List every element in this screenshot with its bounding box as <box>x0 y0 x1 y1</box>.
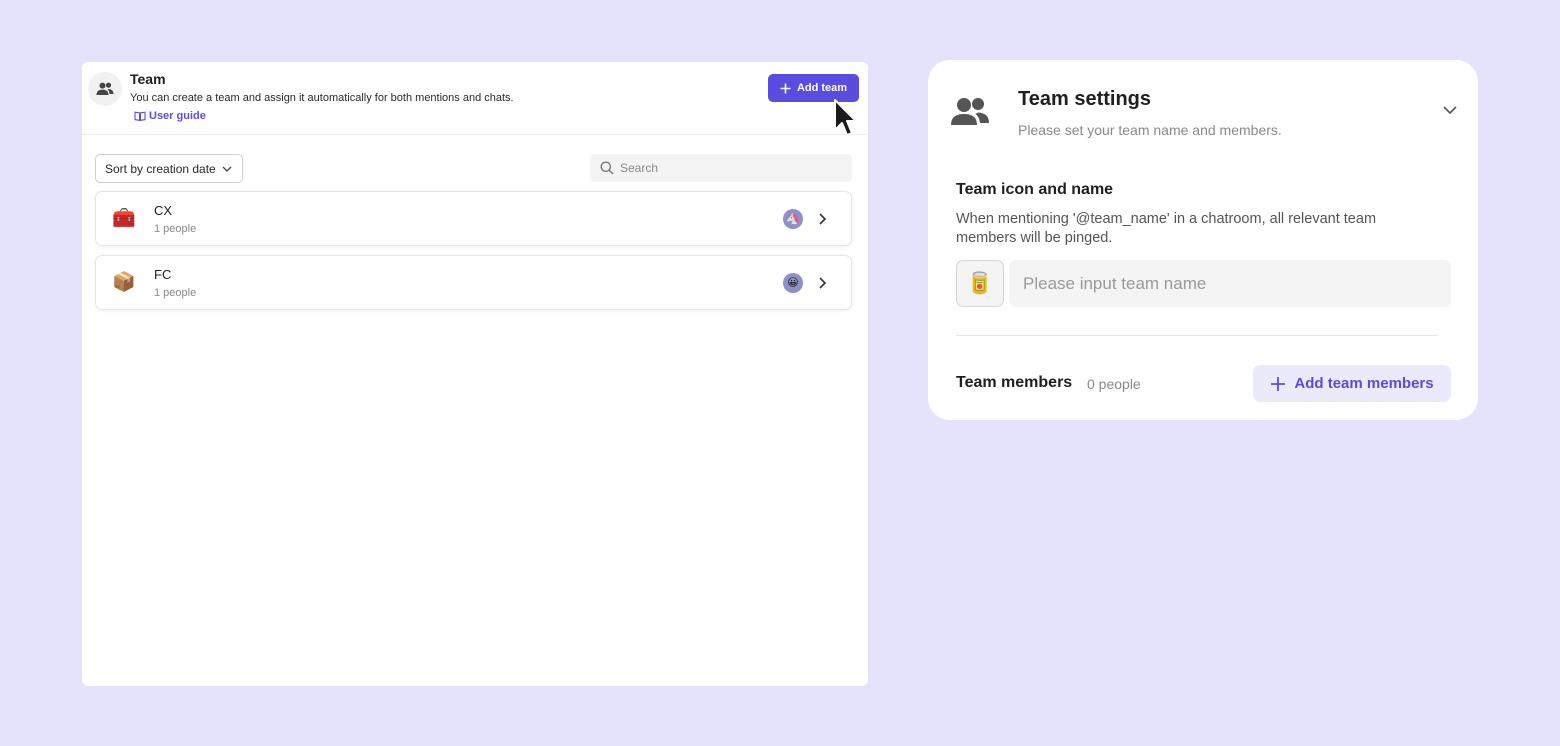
search-box <box>590 154 852 182</box>
chevron-right-icon <box>819 277 827 289</box>
settings-subtitle: Please set your team name and members. <box>1018 122 1282 138</box>
mouse-cursor-icon <box>834 99 857 136</box>
team-settings-panel: Team settings Please set your team name … <box>928 60 1478 420</box>
team-panel: Team You can create a team and assign it… <box>82 62 868 686</box>
chevron-down-icon <box>222 166 232 172</box>
user-guide-label: User guide <box>149 110 206 122</box>
divider <box>956 335 1438 336</box>
member-avatar: 🦄 <box>783 209 803 229</box>
team-icon-picker[interactable]: 🥫 <box>956 260 1004 307</box>
user-guide-link[interactable]: User guide <box>134 110 206 122</box>
add-team-members-button[interactable]: Add team members <box>1253 365 1451 402</box>
team-panel-header: Team You can create a team and assign it… <box>82 62 868 136</box>
team-name: CX <box>154 203 173 218</box>
search-input[interactable] <box>620 161 840 175</box>
team-row-cx[interactable]: 🧰 CX 1 people 🦄 <box>95 191 852 246</box>
chevron-down-icon[interactable] <box>1442 104 1458 116</box>
member-avatar: 😀 <box>783 273 803 293</box>
page-title: Team <box>130 71 166 87</box>
settings-title: Team settings <box>1018 88 1151 110</box>
team-member-count: 1 people <box>154 287 197 299</box>
people-icon <box>951 98 989 125</box>
sort-dropdown[interactable]: Sort by creation date <box>95 154 243 183</box>
team-name: FC <box>154 267 172 282</box>
team-icon-name-description: When mentioning '@team_name' in a chatro… <box>956 211 1377 246</box>
team-members-label: Team members <box>956 374 1073 391</box>
search-icon <box>600 161 614 175</box>
plus-icon <box>780 83 791 93</box>
team-name-input[interactable] <box>1009 260 1451 307</box>
chevron-right-icon <box>819 213 827 225</box>
plus-icon <box>1271 376 1286 391</box>
people-icon <box>88 72 122 106</box>
team-emoji: 📦 <box>112 272 136 293</box>
team-members-count: 0 people <box>1087 376 1141 392</box>
book-icon <box>134 111 146 121</box>
team-member-count: 1 people <box>154 223 197 235</box>
team-emoji: 🧰 <box>112 208 136 229</box>
sort-selected-value: Sort by creation date <box>105 161 216 176</box>
add-team-members-label: Add team members <box>1294 375 1434 392</box>
page-description: You can create a team and assign it auto… <box>130 92 514 104</box>
team-icon-name-label: Team icon and name <box>956 181 1114 198</box>
add-team-label: Add team <box>796 82 848 94</box>
team-row-fc[interactable]: 📦 FC 1 people 😀 <box>95 255 852 310</box>
